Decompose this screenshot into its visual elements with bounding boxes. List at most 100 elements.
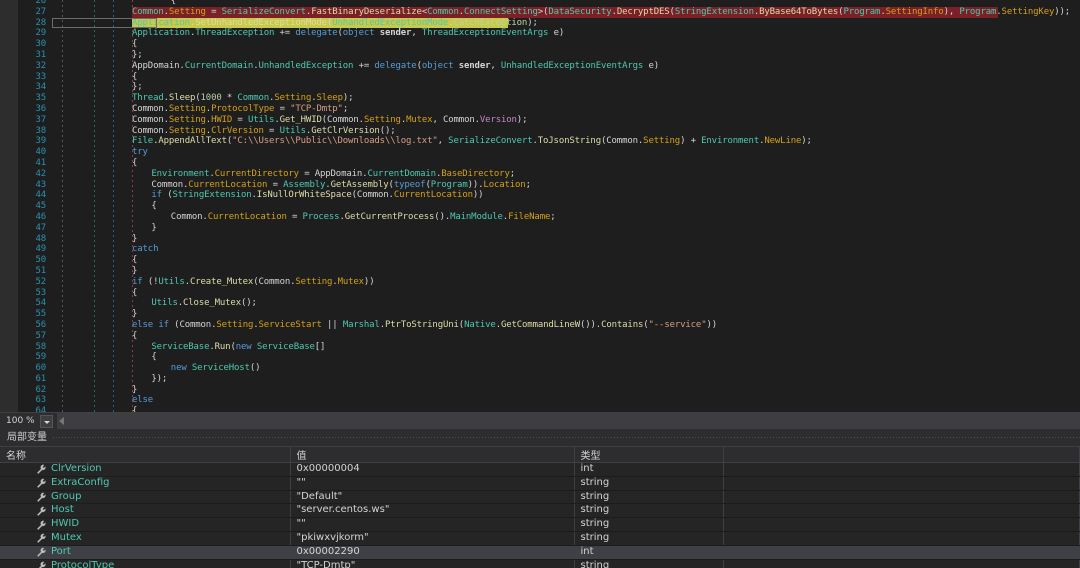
code-line[interactable]: 39File.AppendAllText("C:\\Users\\Public\…	[0, 136, 1080, 147]
code-text[interactable]: AppDomain.CurrentDomain.UnhandledExcepti…	[132, 61, 659, 72]
code-line[interactable]: 26{	[0, 0, 1080, 7]
code-line[interactable]: 28Application.SetUnhandledExceptionMode(…	[0, 18, 1080, 29]
code-line[interactable]: 33{	[0, 72, 1080, 83]
code-line[interactable]: 34};	[0, 82, 1080, 93]
code-text[interactable]: });	[151, 374, 167, 385]
code-line[interactable]: 47}	[0, 223, 1080, 234]
locals-table[interactable]: 名称 值 类型 ClrVersion0x00000004intExtraConf…	[0, 447, 1080, 568]
code-line[interactable]: 37Common.Setting.HWID = Utils.Get_HWID(C…	[0, 115, 1080, 126]
code-text[interactable]: }	[132, 266, 137, 277]
code-text[interactable]: }	[132, 309, 137, 320]
editor-horizontal-scrollbar[interactable]	[57, 413, 1080, 429]
code-text[interactable]: };	[132, 82, 143, 93]
code-line[interactable]: 40try	[0, 147, 1080, 158]
cell-value[interactable]: ""	[290, 518, 574, 532]
code-text[interactable]: else if (Common.Setting.ServiceStart || …	[132, 320, 717, 331]
code-line[interactable]: 30{	[0, 39, 1080, 50]
code-line[interactable]: 36Common.Setting.ProtocolType = "TCP-Dmt…	[0, 104, 1080, 115]
code-line[interactable]: 57{	[0, 331, 1080, 342]
code-text[interactable]: {	[132, 39, 137, 50]
table-row[interactable]: Mutex"pkiwxvjkorm"string	[0, 531, 1080, 545]
code-line[interactable]: 53{	[0, 288, 1080, 299]
code-text[interactable]: {	[132, 158, 137, 169]
code-text[interactable]: Common.CurrentLocation = Process.GetCurr…	[171, 212, 556, 223]
code-line[interactable]: 62}	[0, 385, 1080, 396]
code-text[interactable]: Common.Setting.HWID = Utils.Get_HWID(Com…	[132, 115, 527, 126]
cell-name[interactable]: ClrVersion	[0, 463, 290, 477]
code-text[interactable]: {	[132, 288, 137, 299]
code-line[interactable]: 44if (StringExtension.IsNullOrWhiteSpace…	[0, 190, 1080, 201]
code-line[interactable]: 50{	[0, 255, 1080, 266]
cell-value[interactable]: 0x00000004	[290, 463, 574, 477]
cell-name[interactable]: ProtocolType	[0, 559, 290, 568]
code-text[interactable]: File.AppendAllText("C:\\Users\\Public\\D…	[132, 136, 812, 147]
code-line[interactable]: 59{	[0, 352, 1080, 363]
cell-name[interactable]: HWID	[0, 518, 290, 532]
table-row[interactable]: HWID""string	[0, 518, 1080, 532]
code-line[interactable]: 48}	[0, 234, 1080, 245]
code-line[interactable]: 32AppDomain.CurrentDomain.UnhandledExcep…	[0, 61, 1080, 72]
cell-value[interactable]: 0x00002290	[290, 545, 574, 559]
code-line[interactable]: 51}	[0, 266, 1080, 277]
code-line[interactable]: 42Environment.CurrentDirectory = AppDoma…	[0, 169, 1080, 180]
code-line[interactable]: 31};	[0, 50, 1080, 61]
code-text[interactable]: }	[132, 385, 137, 396]
code-text[interactable]: Common.Setting = SerializeConvert.FastBi…	[132, 7, 1070, 18]
cell-value[interactable]: "TCP-Dmtp"	[290, 559, 574, 568]
code-line[interactable]: 35Thread.Sleep(1000 * Common.Setting.Sle…	[0, 93, 1080, 104]
cell-value[interactable]: "pkiwxvjkorm"	[290, 531, 574, 545]
zoom-dropdown-caret-icon[interactable]	[40, 415, 53, 428]
code-line[interactable]: 63else	[0, 395, 1080, 406]
code-line[interactable]: 60new ServiceHost()	[0, 363, 1080, 374]
table-row[interactable]: ClrVersion0x00000004int	[0, 463, 1080, 477]
table-row[interactable]: ExtraConfig""string	[0, 476, 1080, 490]
code-text[interactable]: {	[132, 406, 137, 412]
code-line[interactable]: 56else if (Common.Setting.ServiceStart |…	[0, 320, 1080, 331]
table-row[interactable]: Group"Default"string	[0, 490, 1080, 504]
code-line[interactable]: 27Common.Setting = SerializeConvert.Fast…	[0, 7, 1080, 18]
code-text[interactable]: if (!Utils.Create_Mutex(Common.Setting.M…	[132, 277, 374, 288]
code-line[interactable]: 43Common.CurrentLocation = Assembly.GetA…	[0, 180, 1080, 191]
scroll-left-arrow-icon[interactable]	[59, 417, 64, 425]
code-text[interactable]: };	[132, 50, 143, 61]
code-text[interactable]: else	[132, 395, 153, 406]
code-line[interactable]: 45{	[0, 201, 1080, 212]
code-line[interactable]: 41{	[0, 158, 1080, 169]
code-text[interactable]: }	[151, 223, 156, 234]
cell-value[interactable]: "Default"	[290, 490, 574, 504]
code-line[interactable]: 29Application.ThreadException += delegat…	[0, 28, 1080, 39]
cell-name[interactable]: ExtraConfig	[0, 476, 290, 490]
code-lines[interactable]: 26{27Common.Setting = SerializeConvert.F…	[0, 0, 1080, 412]
editor-status-bar[interactable]: 100 %	[0, 412, 1080, 429]
code-text[interactable]: Common.Setting.ProtocolType = "TCP-Dmtp"…	[132, 104, 348, 115]
code-text[interactable]: new ServiceHost()	[171, 363, 261, 374]
cell-name[interactable]: Port	[0, 545, 290, 559]
cell-name[interactable]: Host	[0, 504, 290, 518]
code-line[interactable]: 49catch	[0, 244, 1080, 255]
column-header-type[interactable]: 类型	[574, 447, 723, 463]
code-line[interactable]: 64{	[0, 406, 1080, 412]
code-text[interactable]: {	[151, 201, 156, 212]
column-header-value[interactable]: 值	[290, 447, 574, 463]
code-text[interactable]: {	[132, 331, 137, 342]
column-header-name[interactable]: 名称	[0, 447, 290, 463]
code-line[interactable]: 54Utils.Close_Mutex();	[0, 298, 1080, 309]
code-text[interactable]: {	[132, 255, 137, 266]
cell-value[interactable]: "server.centos.ws"	[290, 504, 574, 518]
code-text[interactable]: Application.ThreadException += delegate(…	[132, 28, 564, 39]
code-line[interactable]: 61});	[0, 374, 1080, 385]
code-text[interactable]: Common.Setting.ClrVersion = Utils.GetClr…	[132, 126, 396, 137]
cell-value[interactable]: ""	[290, 476, 574, 490]
code-text[interactable]: Utils.Close_Mutex();	[151, 298, 256, 309]
cell-name[interactable]: Group	[0, 490, 290, 504]
code-text[interactable]: ServiceBase.Run(new ServiceBase[]	[151, 342, 325, 353]
table-row[interactable]: Port0x00002290int	[0, 545, 1080, 559]
code-text[interactable]: Application.SetUnhandledExceptionMode(Un…	[132, 18, 538, 29]
cell-name[interactable]: Mutex	[0, 531, 290, 545]
locals-panel-drag-handle[interactable]	[53, 429, 1080, 446]
code-text[interactable]: Thread.Sleep(1000 * Common.Setting.Sleep…	[132, 93, 353, 104]
code-line[interactable]: 58ServiceBase.Run(new ServiceBase[]	[0, 342, 1080, 353]
table-row[interactable]: Host"server.centos.ws"string	[0, 504, 1080, 518]
code-editor-viewport[interactable]: 26{27Common.Setting = SerializeConvert.F…	[0, 0, 1080, 412]
code-line[interactable]: 38Common.Setting.ClrVersion = Utils.GetC…	[0, 126, 1080, 137]
